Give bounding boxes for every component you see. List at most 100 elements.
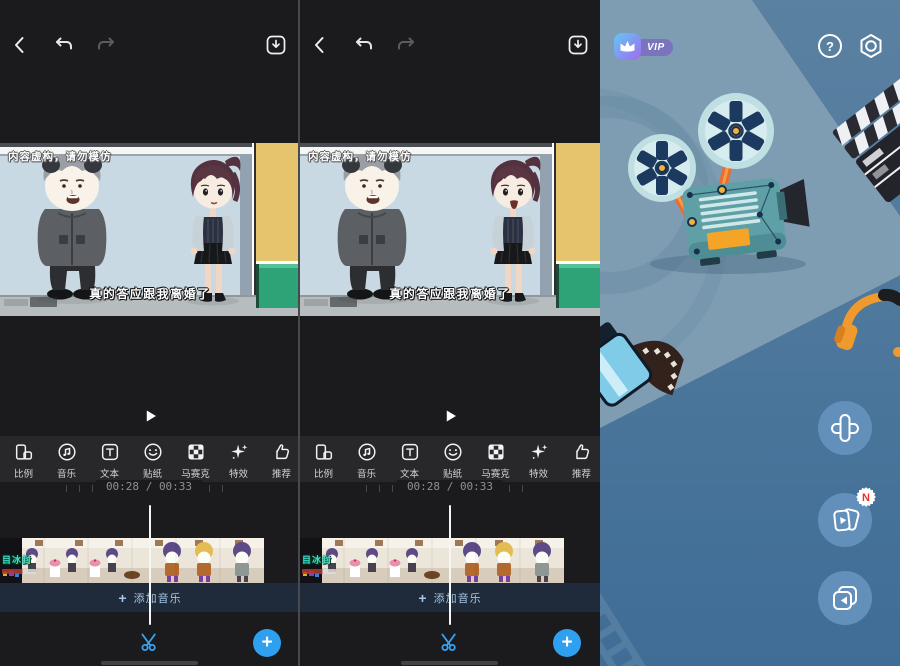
- video-preview[interactable]: 内容虚构，请勿模仿 真的答应跟我离婚了: [0, 143, 300, 316]
- clip-caption-subtext: [2, 569, 36, 574]
- scissors-icon: [438, 630, 462, 654]
- effects-sparkle-icon: [528, 441, 550, 463]
- settings-button[interactable]: [857, 32, 885, 60]
- toolbar-item-effects[interactable]: 特效: [217, 436, 260, 482]
- toolbar-item-music[interactable]: 音乐: [45, 436, 88, 482]
- time-separator: /: [146, 480, 153, 493]
- toolbar-item-music[interactable]: 音乐: [345, 436, 388, 482]
- export-button[interactable]: [264, 33, 288, 57]
- time-separator: /: [447, 480, 454, 493]
- play-button[interactable]: [139, 405, 161, 429]
- undo-icon: [352, 33, 376, 57]
- toolbar-item-text[interactable]: 文本: [388, 436, 431, 482]
- back-button[interactable]: [308, 33, 332, 57]
- editor-panels: 内容虚构，请勿模仿 真的答应跟我离婚了 比例 音乐 文本 贴纸: [0, 0, 600, 666]
- clip-caption-subtext: [302, 569, 336, 574]
- toolbar-item-recommend[interactable]: 推荐: [560, 436, 600, 482]
- cards-play-icon: [829, 504, 861, 536]
- toolbar-item-text[interactable]: 文本: [88, 436, 131, 482]
- new-badge: N: [855, 486, 877, 508]
- sticker-smile-icon: [442, 441, 464, 463]
- redo-button[interactable]: [394, 33, 418, 57]
- effects-sparkle-icon: [228, 441, 250, 463]
- clip-thumbnail-art: [300, 538, 564, 583]
- video-preview[interactable]: 内容虚构，请勿模仿 真的答应跟我离婚了: [300, 143, 600, 316]
- toolbar-item-ratio[interactable]: 比例: [302, 436, 345, 482]
- crown-icon: [614, 33, 641, 60]
- time-current: 00:28: [106, 480, 139, 493]
- toolbar-item-mosaic[interactable]: 马赛克: [174, 436, 217, 482]
- back-button[interactable]: [8, 33, 32, 57]
- toolbar-item-mosaic[interactable]: 马赛克: [474, 436, 517, 482]
- aspect-ratio-icon: [13, 441, 35, 463]
- plus-icon: +: [261, 632, 272, 653]
- undo-button[interactable]: [52, 33, 76, 57]
- play-button[interactable]: [439, 405, 461, 429]
- text-icon: [99, 441, 121, 463]
- time-total: 00:33: [159, 480, 192, 493]
- timeline-ruler[interactable]: 00:28 / 00:33: [366, 481, 534, 495]
- svg-text:N: N: [862, 492, 870, 504]
- editing-toolbar: 比例 音乐 文本 贴纸 马赛克 特效: [0, 436, 300, 482]
- redo-button[interactable]: [94, 33, 118, 57]
- redo-icon: [394, 33, 418, 57]
- templates-button[interactable]: N: [818, 493, 872, 547]
- time-display: 00:28 / 00:33: [397, 480, 503, 493]
- export-download-icon: [264, 33, 288, 57]
- clip-thumbnail-art: [0, 538, 264, 583]
- timeline-clip-thumbnails[interactable]: [0, 538, 264, 583]
- add-music-plus-icon: +: [418, 590, 426, 606]
- vip-button[interactable]: VIP: [614, 33, 641, 61]
- timeline-ruler[interactable]: 00:28 / 00:33: [66, 481, 232, 495]
- subtitle-text[interactable]: 真的答应跟我离婚了: [0, 285, 300, 302]
- chevron-left-icon: [308, 33, 332, 57]
- gear-icon: [857, 32, 885, 60]
- playhead[interactable]: [449, 505, 451, 625]
- clip-caption-text: 目冰封: [302, 553, 332, 566]
- toolbar-item-sticker[interactable]: 贴纸: [131, 436, 174, 482]
- chevron-left-icon: [8, 33, 32, 57]
- undo-icon: [52, 33, 76, 57]
- drafts-button[interactable]: [818, 571, 872, 625]
- clip-caption-text: 目冰封: [2, 553, 32, 566]
- capsule-cross-icon: [829, 412, 861, 444]
- add-clip-button[interactable]: +: [553, 629, 581, 657]
- export-button[interactable]: [566, 33, 590, 57]
- home-illustration: [600, 0, 900, 666]
- disclaimer-text: 内容虚构，请勿模仿: [308, 149, 412, 164]
- sticker-smile-icon: [142, 441, 164, 463]
- toolbar-item-recommend[interactable]: 推荐: [260, 436, 300, 482]
- add-music-plus-icon: +: [118, 590, 126, 606]
- time-total: 00:33: [460, 480, 493, 493]
- play-icon: [139, 405, 161, 427]
- split-clip-button[interactable]: [138, 630, 162, 654]
- timeline-clip-thumbnails[interactable]: [300, 538, 564, 583]
- plus-icon: +: [561, 632, 572, 653]
- music-icon: [56, 441, 78, 463]
- thumbs-up-icon: [271, 441, 293, 463]
- music-icon: [356, 441, 378, 463]
- mosaic-icon: [485, 441, 507, 463]
- screen: 内容虚构，请勿模仿 真的答应跟我离婚了 比例 音乐 文本 贴纸: [0, 0, 900, 666]
- add-clip-button[interactable]: +: [253, 629, 281, 657]
- quick-edit-button[interactable]: [818, 401, 872, 455]
- export-download-icon: [566, 33, 590, 57]
- time-display: 00:28 / 00:33: [96, 480, 202, 493]
- editing-toolbar: 比例 音乐 文本 贴纸 马赛克 特效: [300, 436, 600, 482]
- mosaic-icon: [185, 441, 207, 463]
- toolbar-item-sticker[interactable]: 贴纸: [431, 436, 474, 482]
- playhead[interactable]: [149, 505, 151, 625]
- subtitle-text[interactable]: 真的答应跟我离婚了: [300, 285, 600, 302]
- scissors-icon: [138, 630, 162, 654]
- play-icon: [439, 405, 461, 427]
- panel-right: 内容虚构，请勿模仿 真的答应跟我离婚了 比例 音乐 文本 贴纸: [300, 0, 600, 666]
- toolbar-item-effects[interactable]: 特效: [517, 436, 560, 482]
- split-clip-button[interactable]: [438, 630, 462, 654]
- help-button[interactable]: ?: [818, 34, 842, 58]
- undo-button[interactable]: [352, 33, 376, 57]
- toolbar-item-ratio[interactable]: 比例: [2, 436, 45, 482]
- aspect-ratio-icon: [313, 441, 335, 463]
- panel-left: 内容虚构，请勿模仿 真的答应跟我离婚了 比例 音乐 文本 贴纸: [0, 0, 300, 666]
- thumbs-up-icon: [571, 441, 593, 463]
- redo-icon: [94, 33, 118, 57]
